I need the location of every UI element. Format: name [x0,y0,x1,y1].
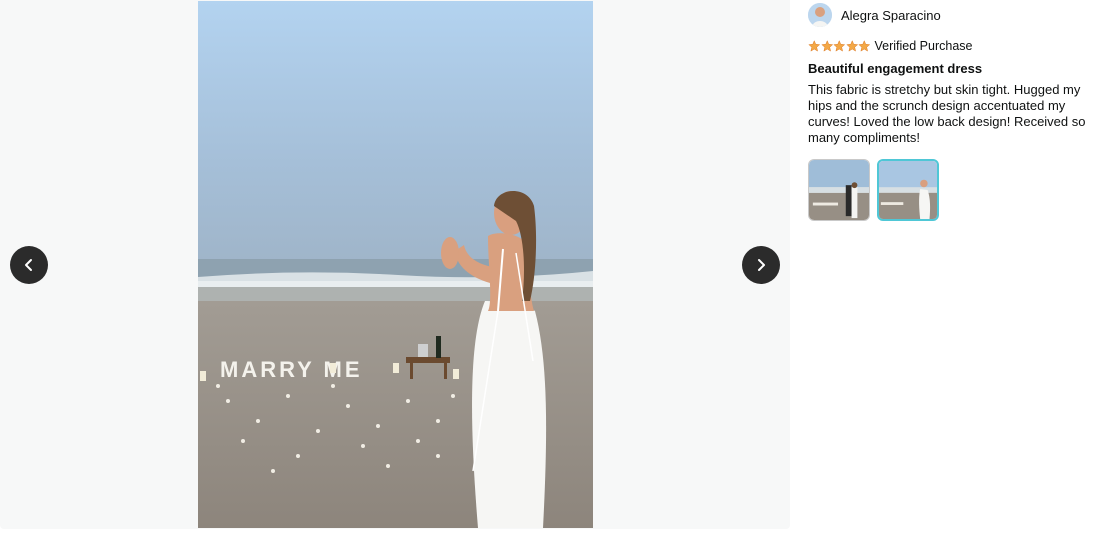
verified-purchase-badge: Verified Purchase [874,39,973,53]
star-rating [808,40,871,52]
thumbnail-strip [808,159,1090,221]
star-icon [833,40,846,52]
star-icon [858,40,871,52]
photo-sign-text: MARRY ME [220,357,363,382]
avatar [808,3,832,27]
review-body: This fabric is stretchy but skin tight. … [808,82,1086,145]
review-photo: MARRY ME [198,1,593,528]
star-icon [820,40,833,52]
rating-row: Verified Purchase [808,38,1090,54]
previous-image-button[interactable] [10,246,48,284]
reviewer-profile[interactable]: Alegra Sparacino [808,2,1090,28]
next-image-button[interactable] [742,246,780,284]
reviewer-name: Alegra Sparacino [841,7,941,23]
thumbnail-2[interactable] [877,159,939,221]
chevron-right-icon [758,259,765,271]
media-viewer: MARRY ME [0,0,790,529]
star-icon [808,40,821,52]
star-icon [845,40,858,52]
chevron-left-icon [25,259,32,271]
review-panel: Alegra Sparacino Verified Purchase Beaut… [808,2,1090,221]
thumbnail-1[interactable] [808,159,870,221]
review-title: Beautiful engagement dress [808,61,983,76]
